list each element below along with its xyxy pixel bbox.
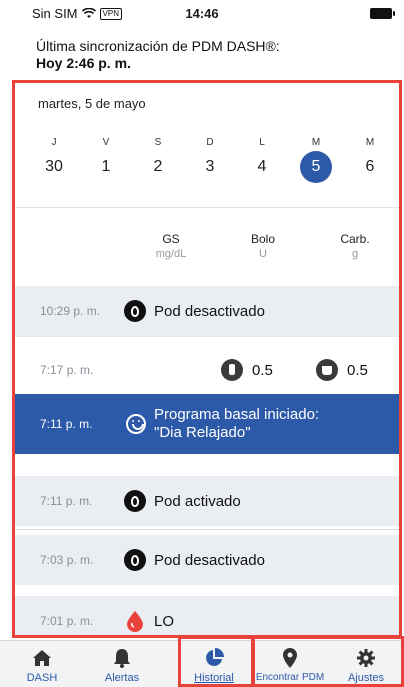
divider [14,336,400,337]
history-row[interactable]: 7:01 p. m. LO [14,596,400,637]
history-row[interactable]: 7:17 p. m. 0.5 0.5 [14,345,400,395]
history-content[interactable]: martes, 5 de mayo J 30 V 1 S 2 D 3 L 4 M… [14,83,400,637]
day-number: 2 [153,158,163,175]
tab-dash[interactable]: DASH [2,641,82,687]
day-number: 30 [45,158,63,175]
day-tue-5-selected[interactable]: M 5 [296,135,336,183]
event-text: Pod desactivado [154,551,265,569]
day-of-week: V [102,137,110,148]
event-time: 7:01 p. m. [40,614,94,628]
gear-icon [357,649,375,667]
event-text: Programa basal iniciado: "Dia Relajado" [154,406,319,442]
event-text-line1: Programa basal iniciado: [154,406,320,423]
clock: 14:46 [185,6,219,21]
tab-label: DASH [26,672,58,684]
day-of-week: M [365,137,375,148]
divider [14,207,400,208]
event-time: 7:11 p. m. [40,494,93,508]
column-unit: g [351,248,359,260]
bolus-value: 0.5 [252,361,273,379]
event-time: 7:17 p. m. [40,363,94,377]
location-pin-icon [283,648,297,668]
carbs-icon [316,359,338,381]
sync-time: Hoy 2:46 p. m. [36,55,131,71]
pod-icon [124,549,146,571]
tab-encontrar-pdm[interactable]: Encontrar PDM [252,641,328,687]
day-of-week: J [51,137,57,148]
event-text: Pod desactivado [154,302,265,320]
tab-label: Historial [194,672,234,684]
pod-icon [124,490,146,512]
status-bar: Sin SIM VPN 14:46 [0,0,404,28]
day-of-week: M [311,137,321,148]
tab-alertas[interactable]: Alertas [82,641,162,687]
sync-label: Última sincronización de PDM DASH®: [36,38,280,54]
tab-historial[interactable]: Historial [174,641,254,687]
day-wed-6[interactable]: M 6 [350,135,390,183]
selected-date: martes, 5 de mayo [38,96,146,111]
event-text: Pod activado [154,492,241,510]
event-time: 7:03 p. m. [40,553,94,567]
day-number: 3 [205,158,215,175]
smiley-icon [126,414,146,434]
divider [14,529,400,530]
pod-icon [124,300,146,322]
pie-chart-icon [206,648,224,666]
history-row[interactable]: 7:03 p. m. Pod desactivado [14,535,400,585]
history-row-highlighted[interactable]: 7:11 p. m. Programa basal iniciado: "Dia… [14,394,400,454]
tab-label: Encontrar PDM [255,672,325,683]
day-fri-1[interactable]: V 1 [86,135,126,183]
day-of-week: L [259,137,265,148]
day-number: 1 [101,158,111,175]
column-unit: U [259,248,267,260]
day-thu-30[interactable]: J 30 [34,135,74,183]
column-bolo: Bolo U [228,232,298,262]
day-mon-4[interactable]: L 4 [242,135,282,183]
battery-icon [370,8,395,19]
event-text-line2: "Dia Relajado" [154,424,251,441]
column-unit: mg/dL [155,248,187,260]
column-carb: Carb. g [320,232,390,262]
sync-status: Última sincronización de PDM DASH®: Hoy … [36,38,386,72]
day-number: 6 [365,158,375,175]
event-text: LO [154,612,175,630]
day-sat-2[interactable]: S 2 [138,135,178,183]
event-time: 10:29 p. m. [40,304,101,318]
column-gs: GS mg/dL [136,232,206,262]
tab-label: Alertas [104,672,140,684]
history-row[interactable]: 10:29 p. m. Pod desactivado [14,286,400,336]
home-icon [33,650,51,666]
event-time: 7:11 p. m. [40,417,93,431]
column-title: Bolo [250,232,276,246]
day-of-week: S [154,137,162,148]
column-title: GS [162,232,180,246]
column-title: Carb. [340,232,370,246]
day-of-week: D [206,137,214,148]
bolus-icon [221,359,243,381]
carbs-value: 0.5 [347,361,368,379]
day-number: 5 [300,151,332,183]
bell-icon [114,649,130,668]
tab-label: Ajustes [347,672,385,684]
tab-bar: DASH Alertas Historial Encontrar PDM Aju… [0,640,404,687]
blood-drop-icon [127,611,143,632]
tab-ajustes[interactable]: Ajustes [330,641,402,687]
history-row[interactable]: 7:11 p. m. Pod activado [14,476,400,526]
day-sun-3[interactable]: D 3 [190,135,230,183]
day-number: 4 [257,158,267,175]
week-selector: J 30 V 1 S 2 D 3 L 4 M 5 M 6 [34,135,384,183]
